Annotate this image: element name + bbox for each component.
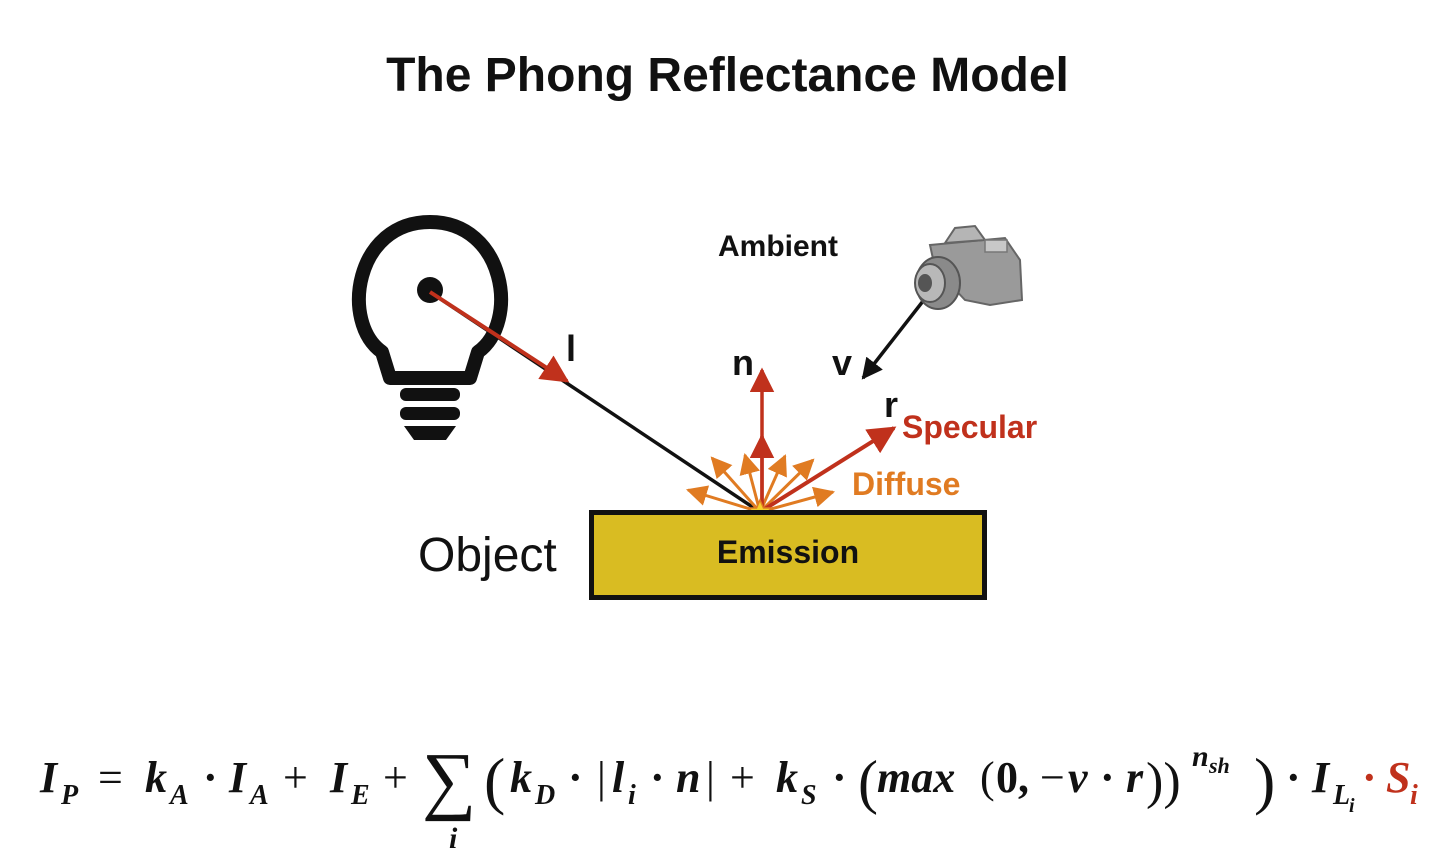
formula-kA: k xyxy=(145,753,167,802)
formula-n: n xyxy=(676,753,700,802)
formula-dot6: · xyxy=(1286,753,1301,802)
formula-sub-D: D xyxy=(534,780,555,811)
formula-abs-close: | xyxy=(706,753,715,802)
formula-zero: 0, xyxy=(996,753,1029,802)
diagram-canvas xyxy=(351,215,1024,524)
formula-kD: k xyxy=(510,753,532,802)
formula-paren-open2: ( xyxy=(858,749,878,815)
formula-IA: I xyxy=(228,753,248,802)
ambient-label: Ambient xyxy=(718,230,838,263)
specular-label: Specular xyxy=(902,409,1038,445)
formula-paren-open1: ( xyxy=(484,745,505,816)
formula-paren-close-outer: ) xyxy=(1254,745,1275,816)
formula-dot5: · xyxy=(1100,753,1115,802)
formula-dot4: · xyxy=(832,753,847,802)
formula-sub-A1: A xyxy=(168,780,189,811)
formula-v: v xyxy=(1068,753,1088,802)
formula-sub-S: S xyxy=(801,780,817,811)
formula-sub-P: P xyxy=(60,780,79,811)
view-vector-label: v xyxy=(832,342,853,383)
formula-plus3: + xyxy=(730,753,755,802)
light-bulb-icon xyxy=(351,215,509,440)
formula-r: r xyxy=(1126,753,1144,802)
formula-plus2: + xyxy=(383,753,408,802)
light-vector-label: l xyxy=(566,328,577,369)
object-label: Object xyxy=(418,529,557,582)
formula-exp-sh: sh xyxy=(1208,753,1230,778)
formula-sub-L-i: i xyxy=(1349,795,1355,817)
normal-vector-label: n xyxy=(732,342,754,383)
reflection-vector-label: r xyxy=(884,384,899,425)
formula-l: l xyxy=(612,753,625,802)
incident-ray-l xyxy=(428,290,761,514)
diffuse-label: Diffuse xyxy=(852,466,961,502)
formula-sum: ∑ xyxy=(422,738,476,822)
formula-dot1: · xyxy=(203,753,218,802)
formula-IL: I xyxy=(1311,753,1331,802)
formula-sub-L: L xyxy=(1332,780,1350,811)
emission-label: Emission xyxy=(716,534,860,570)
formula-sub-A2: A xyxy=(248,780,269,811)
formula-abs-open: | xyxy=(597,753,606,802)
formula-I: I xyxy=(39,753,59,802)
formula-eq: = xyxy=(98,753,123,802)
formula-dot2: · xyxy=(568,753,583,802)
formula-minus: − xyxy=(1040,753,1065,802)
camera-icon xyxy=(914,224,1024,310)
formula-Si: S xyxy=(1386,753,1410,802)
formula-sub-i1: i xyxy=(628,780,636,811)
formula-sub-i-S: i xyxy=(1410,780,1418,811)
phong-formula: I P = k A · I A + I E + ∑ i ( k D · | l … xyxy=(39,738,1418,855)
formula-plus1: + xyxy=(283,753,308,802)
formula-max: max xyxy=(877,753,955,802)
formula-dot3: · xyxy=(650,753,665,802)
formula-dot7: · xyxy=(1362,753,1377,802)
formula-sum-index: i xyxy=(449,822,458,855)
formula-paren-close2: )) xyxy=(1146,753,1181,810)
formula-exp-n: n xyxy=(1192,740,1209,773)
formula-sub-E: E xyxy=(350,780,370,811)
formula-IE: I xyxy=(329,753,349,802)
formula-kS: k xyxy=(776,753,798,802)
formula-paren-open3: ( xyxy=(980,753,995,802)
